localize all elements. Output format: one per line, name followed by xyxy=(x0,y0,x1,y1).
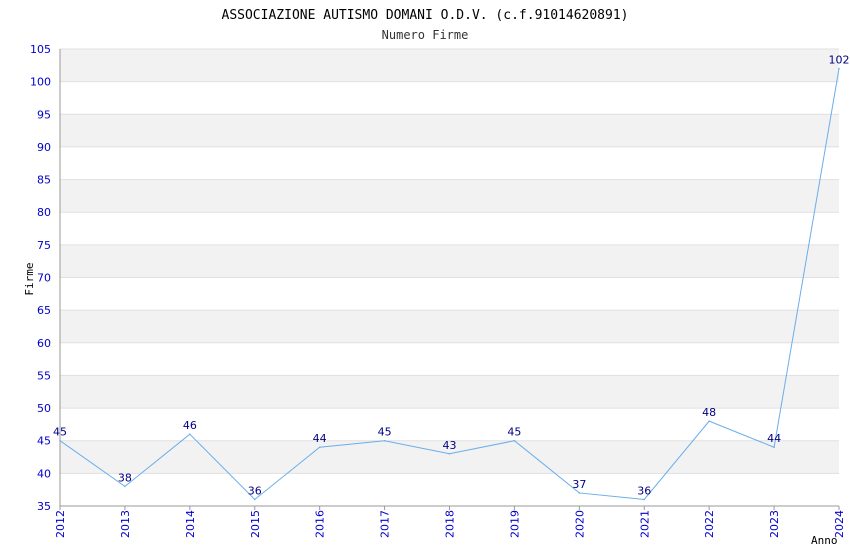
data-point xyxy=(318,446,321,449)
grid-band xyxy=(60,49,839,82)
data-label: 44 xyxy=(767,432,781,445)
y-tick-label: 45 xyxy=(37,435,51,448)
y-tick-label: 70 xyxy=(37,272,51,285)
x-tick-label: 2020 xyxy=(573,510,586,538)
data-label: 36 xyxy=(637,484,651,497)
data-label: 43 xyxy=(443,439,457,452)
data-point xyxy=(513,439,516,442)
x-tick-label: 2014 xyxy=(184,510,197,538)
grid-band xyxy=(60,310,839,343)
data-label: 36 xyxy=(248,484,262,497)
data-label: 46 xyxy=(183,419,197,432)
x-tick-label: 2022 xyxy=(703,510,716,538)
y-tick-label: 100 xyxy=(30,76,51,89)
data-point xyxy=(773,446,775,449)
grid-bands xyxy=(60,49,839,474)
y-axis-label: Firme xyxy=(23,262,36,295)
grid-band xyxy=(60,244,839,278)
data-point xyxy=(643,498,646,501)
data-label: 45 xyxy=(507,426,521,439)
y-tick-label: 75 xyxy=(37,239,51,252)
y-tick-label: 35 xyxy=(37,500,51,513)
x-tick-label: 2017 xyxy=(379,510,392,538)
data-label: 38 xyxy=(118,471,132,484)
data-point xyxy=(578,492,581,494)
data-point xyxy=(383,439,386,442)
y-tick-label: 90 xyxy=(37,141,51,154)
x-tick-label: 2013 xyxy=(119,510,132,538)
line-chart: ASSOCIAZIONE AUTISMO DOMANI O.D.V. (c.f.… xyxy=(23,8,850,547)
data-label: 102 xyxy=(829,54,850,67)
x-tick-label: 2018 xyxy=(444,510,457,538)
x-tick-label: 2016 xyxy=(314,510,327,538)
data-label: 45 xyxy=(378,426,392,439)
x-tick-label: 2019 xyxy=(508,510,521,538)
y-tick-label: 50 xyxy=(37,402,51,415)
x-tick-label: 2012 xyxy=(54,510,67,538)
chart-subtitle: Numero Firme xyxy=(382,28,469,42)
x-tick-label: 2015 xyxy=(249,510,262,538)
data-label: 37 xyxy=(572,478,586,491)
y-tick-label: 105 xyxy=(30,43,51,56)
x-tick-label: 2023 xyxy=(768,510,781,538)
y-tick-label: 85 xyxy=(37,174,51,187)
data-point xyxy=(448,452,451,455)
x-tick-label: 2021 xyxy=(638,510,651,538)
data-label: 45 xyxy=(53,426,67,439)
data-label: 44 xyxy=(313,432,327,445)
x-axis-label: Anno xyxy=(811,534,838,547)
y-tick-label: 80 xyxy=(37,206,51,219)
data-point xyxy=(59,439,61,442)
data-point xyxy=(838,67,840,70)
grid-band xyxy=(60,375,839,409)
y-tick-label: 55 xyxy=(37,369,51,382)
y-tick-label: 60 xyxy=(37,337,51,350)
data-point xyxy=(253,498,256,501)
grid-band xyxy=(60,179,839,213)
chart-title: ASSOCIAZIONE AUTISMO DOMANI O.D.V. (c.f.… xyxy=(222,8,629,23)
y-tick-label: 40 xyxy=(37,467,51,480)
grid-band xyxy=(60,114,839,147)
data-point xyxy=(124,485,126,488)
data-label: 48 xyxy=(702,406,716,419)
data-point xyxy=(189,433,191,435)
y-tick-label: 95 xyxy=(37,108,51,121)
x-tick-labels: 2012 2013 2014 2015 2016 2017 2018 2019 2020 2021… xyxy=(54,510,846,538)
data-point xyxy=(708,420,710,422)
y-tick-label: 65 xyxy=(37,304,51,317)
